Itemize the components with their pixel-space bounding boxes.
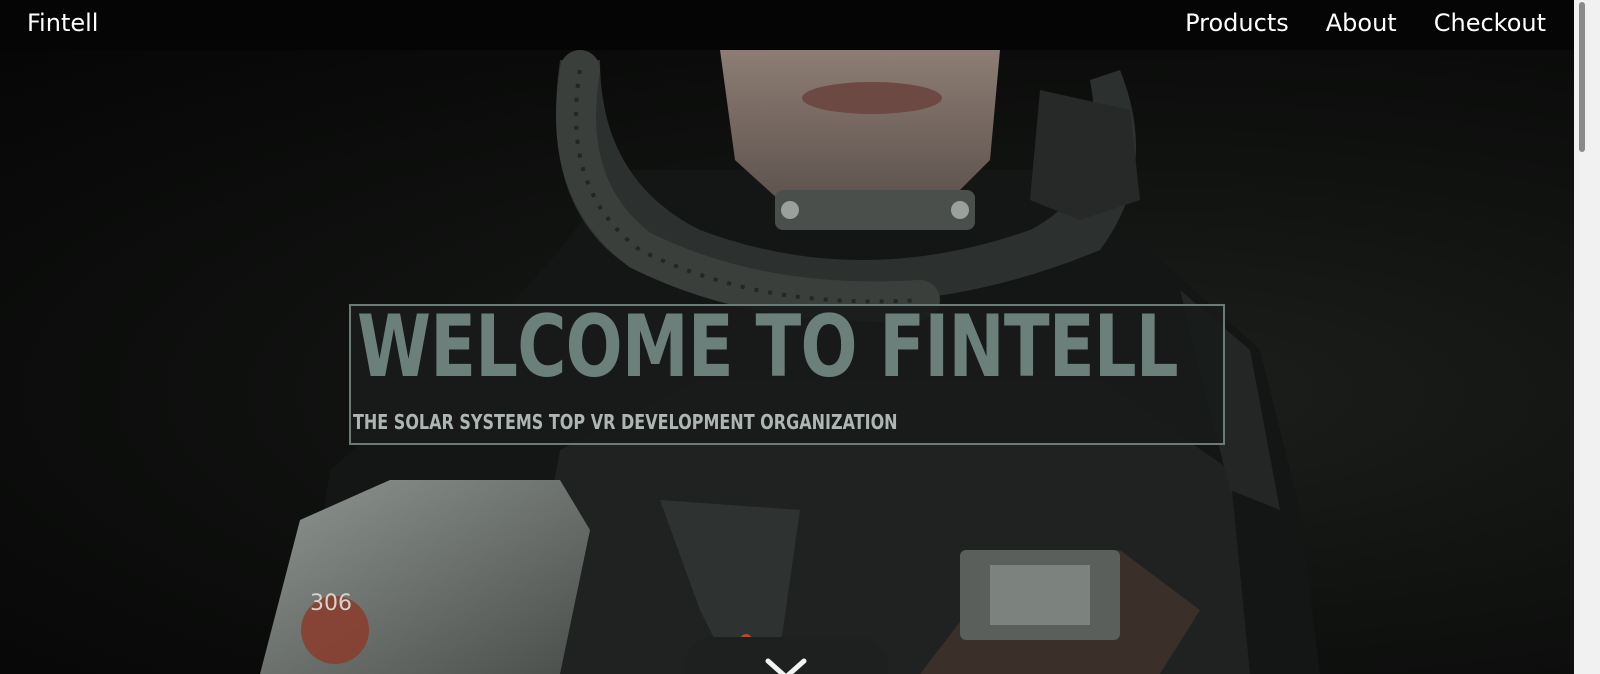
- chevron-down-icon: [765, 658, 807, 674]
- welcome-subtitle: THE SOLAR SYSTEMS TOP VR DEVELOPMENT ORG…: [353, 410, 898, 434]
- nav-link-products[interactable]: Products: [1185, 9, 1289, 37]
- welcome-banner: WELCOME TO FINTELL THE SOLAR SYSTEMS TOP…: [349, 298, 1225, 445]
- brand-link[interactable]: Fintell: [27, 9, 98, 37]
- vertical-scrollbar[interactable]: [1574, 0, 1600, 674]
- nav-links: Products About Checkout: [1185, 9, 1546, 37]
- scrollbar-thumb[interactable]: [1579, 2, 1585, 152]
- hero-section: 306 WELCOME TO FINTELL THE SOLAR SYSTEMS…: [0, 50, 1574, 674]
- welcome-title: WELCOME TO FINTELL: [357, 297, 1179, 397]
- scroll-down-button[interactable]: [684, 637, 888, 674]
- nav-link-about[interactable]: About: [1326, 9, 1397, 37]
- page: Fintell Products About Checkout 306 WELC…: [0, 0, 1600, 674]
- top-navbar: Fintell Products About Checkout: [0, 0, 1574, 50]
- nav-link-checkout[interactable]: Checkout: [1434, 9, 1546, 37]
- svg-text:306: 306: [310, 591, 352, 616]
